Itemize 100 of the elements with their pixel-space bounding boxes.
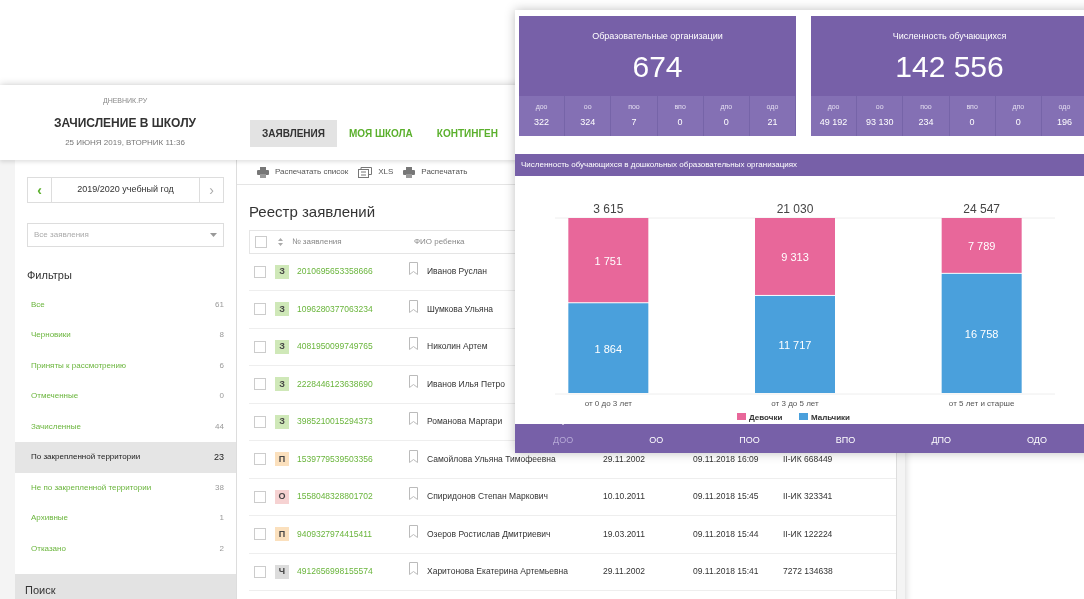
stat-cell-value: 234: [918, 116, 934, 129]
filter-count: 1: [219, 512, 224, 525]
application-number[interactable]: 4081950099749765: [289, 340, 403, 354]
dropdown-caret-icon: [210, 233, 217, 237]
bookmark-icon[interactable]: [408, 262, 418, 276]
checkbox[interactable]: [255, 235, 267, 248]
application-number[interactable]: 9409327974415411: [289, 527, 403, 541]
category-label: от 5 лет и старше: [948, 398, 1015, 408]
chart-title: Численность обучающихся в дошкольных образовательных организациях: [521, 158, 798, 171]
search-heading: Поиск: [25, 584, 56, 596]
status-badge: П: [275, 527, 289, 542]
sort-icon[interactable]: [277, 237, 283, 246]
bar-value-label: 7 789: [967, 239, 996, 252]
column-header[interactable]: № заявления: [288, 235, 408, 248]
bar-total-label: 21 030: [776, 201, 814, 216]
checkbox[interactable]: [254, 265, 266, 278]
checkbox[interactable]: [254, 340, 266, 353]
filter-item[interactable]: Приняты к рассмотрению 6: [15, 350, 236, 381]
category-tab[interactable]: ОО: [649, 433, 664, 448]
submitted-time: 09.11.2018 16:09: [693, 452, 760, 466]
stat-cell-value: 322: [534, 116, 550, 129]
app-title: ЗАЧИСЛЕНИЕ В ШКОЛУ: [53, 115, 197, 133]
checkbox[interactable]: [254, 528, 266, 541]
filter-item[interactable]: Не по закрепленной территории 38: [15, 472, 236, 503]
spreadsheet-icon: [358, 166, 373, 178]
previous-year-button[interactable]: ‹: [28, 178, 52, 202]
bookmark-icon[interactable]: [408, 487, 418, 501]
nav-tab[interactable]: МОЯ ШКОЛА: [336, 120, 425, 147]
checkbox[interactable]: [254, 378, 266, 391]
bookmark-icon[interactable]: [408, 412, 418, 426]
document-number: 7272 134638: [783, 565, 833, 579]
checkbox[interactable]: [254, 415, 266, 428]
bookmark-icon[interactable]: [408, 337, 418, 351]
bar-total-label: 3 615: [593, 201, 624, 216]
status-select[interactable]: Все заявления: [27, 223, 224, 247]
filter-label: Все: [31, 298, 45, 311]
status-badge: З: [275, 414, 289, 429]
toolbar-button[interactable]: Распечатать: [403, 166, 468, 178]
filter-label: Не по закрепленной территории: [31, 481, 152, 494]
bar-value-label: 16 758: [964, 327, 999, 340]
checkbox[interactable]: [254, 490, 266, 503]
application-number[interactable]: 1539779539503356: [289, 452, 403, 466]
category-tab[interactable]: ПОО: [739, 433, 760, 448]
nav-tab[interactable]: КОНТИНГЕН: [424, 120, 510, 147]
select-placeholder: Все заявления: [34, 229, 89, 241]
filter-item[interactable]: Отмеченные 0: [15, 381, 236, 412]
stat-title: Образовательные организации: [591, 30, 724, 43]
checkbox[interactable]: [254, 303, 266, 316]
checkbox[interactable]: [254, 565, 266, 578]
next-year-button[interactable]: ›: [199, 178, 223, 202]
child-name: Озеров Ростислав Дмитриевич: [427, 528, 551, 539]
filter-item[interactable]: Отказано 2: [15, 533, 236, 564]
category-tab[interactable]: ВПО: [835, 433, 856, 448]
registry-title: Реестр заявлений: [249, 202, 375, 222]
filter-label: Отказано: [31, 542, 66, 555]
filter-item[interactable]: По закрепленной территории 23: [15, 442, 236, 473]
filter-item[interactable]: Черновики 8: [15, 320, 236, 351]
column-header[interactable]: ФИО ребенка: [408, 235, 465, 248]
child-name: Николин Артем: [427, 341, 488, 352]
stat-cell-value: 324: [580, 116, 596, 129]
bookmark-icon[interactable]: [408, 449, 418, 463]
filter-label: Отмеченные: [31, 390, 79, 403]
document-number: II-ИК 122224: [783, 527, 833, 541]
bookmark-icon[interactable]: [408, 524, 418, 538]
bookmark-icon[interactable]: [408, 374, 418, 388]
application-number[interactable]: 1096280377063234: [289, 302, 403, 316]
application-number[interactable]: 2010695653358666: [289, 265, 403, 279]
category-tab[interactable]: ДПО: [931, 433, 951, 448]
bar-value-label: 11 717: [778, 338, 812, 351]
application-number[interactable]: 4912656998155574: [289, 565, 403, 579]
filter-item[interactable]: Все 61: [15, 289, 236, 320]
filter-label: Зачисленные: [31, 420, 81, 433]
filter-label: Черновики: [31, 329, 71, 342]
nav-tab[interactable]: ЗАЯВЛЕНИЯ: [250, 120, 337, 147]
status-badge: З: [275, 302, 289, 317]
category-tab[interactable]: ДОО: [553, 433, 574, 448]
child-name: Иванов Руслан: [427, 266, 487, 277]
stat-cell-value: 21: [767, 116, 778, 129]
category-tab[interactable]: ОДО: [1027, 433, 1047, 448]
document-number: II-ИК 668449: [783, 452, 833, 466]
filter-item[interactable]: Архивные 1: [15, 503, 236, 534]
checkbox[interactable]: [254, 453, 266, 466]
bookmark-icon[interactable]: [408, 299, 418, 313]
application-number[interactable]: 1558048328801702: [289, 490, 403, 504]
document-number: II-ИК 323341: [783, 490, 833, 504]
application-number[interactable]: 3985210015294373: [289, 415, 403, 429]
status-badge: Ч: [275, 564, 289, 579]
filter-item[interactable]: Зачисленные 44: [15, 411, 236, 442]
filter-count: 23: [214, 450, 224, 464]
submitted-time: 09.11.2018 15:45: [693, 490, 760, 504]
filter-count: 8: [219, 329, 224, 342]
toolbar-button[interactable]: XLS: [358, 166, 394, 178]
stat-cell-value: 196: [1056, 116, 1072, 129]
printer-icon: [257, 166, 269, 178]
submitted-time: 09.11.2018 15:44: [693, 527, 760, 541]
stat-cell-value: 0: [723, 116, 729, 129]
toolbar-button[interactable]: Распечатать список: [257, 166, 349, 178]
application-number[interactable]: 2228446123638690: [289, 377, 403, 391]
bar-total-label: 24 547: [963, 201, 1000, 216]
bookmark-icon[interactable]: [408, 562, 418, 576]
